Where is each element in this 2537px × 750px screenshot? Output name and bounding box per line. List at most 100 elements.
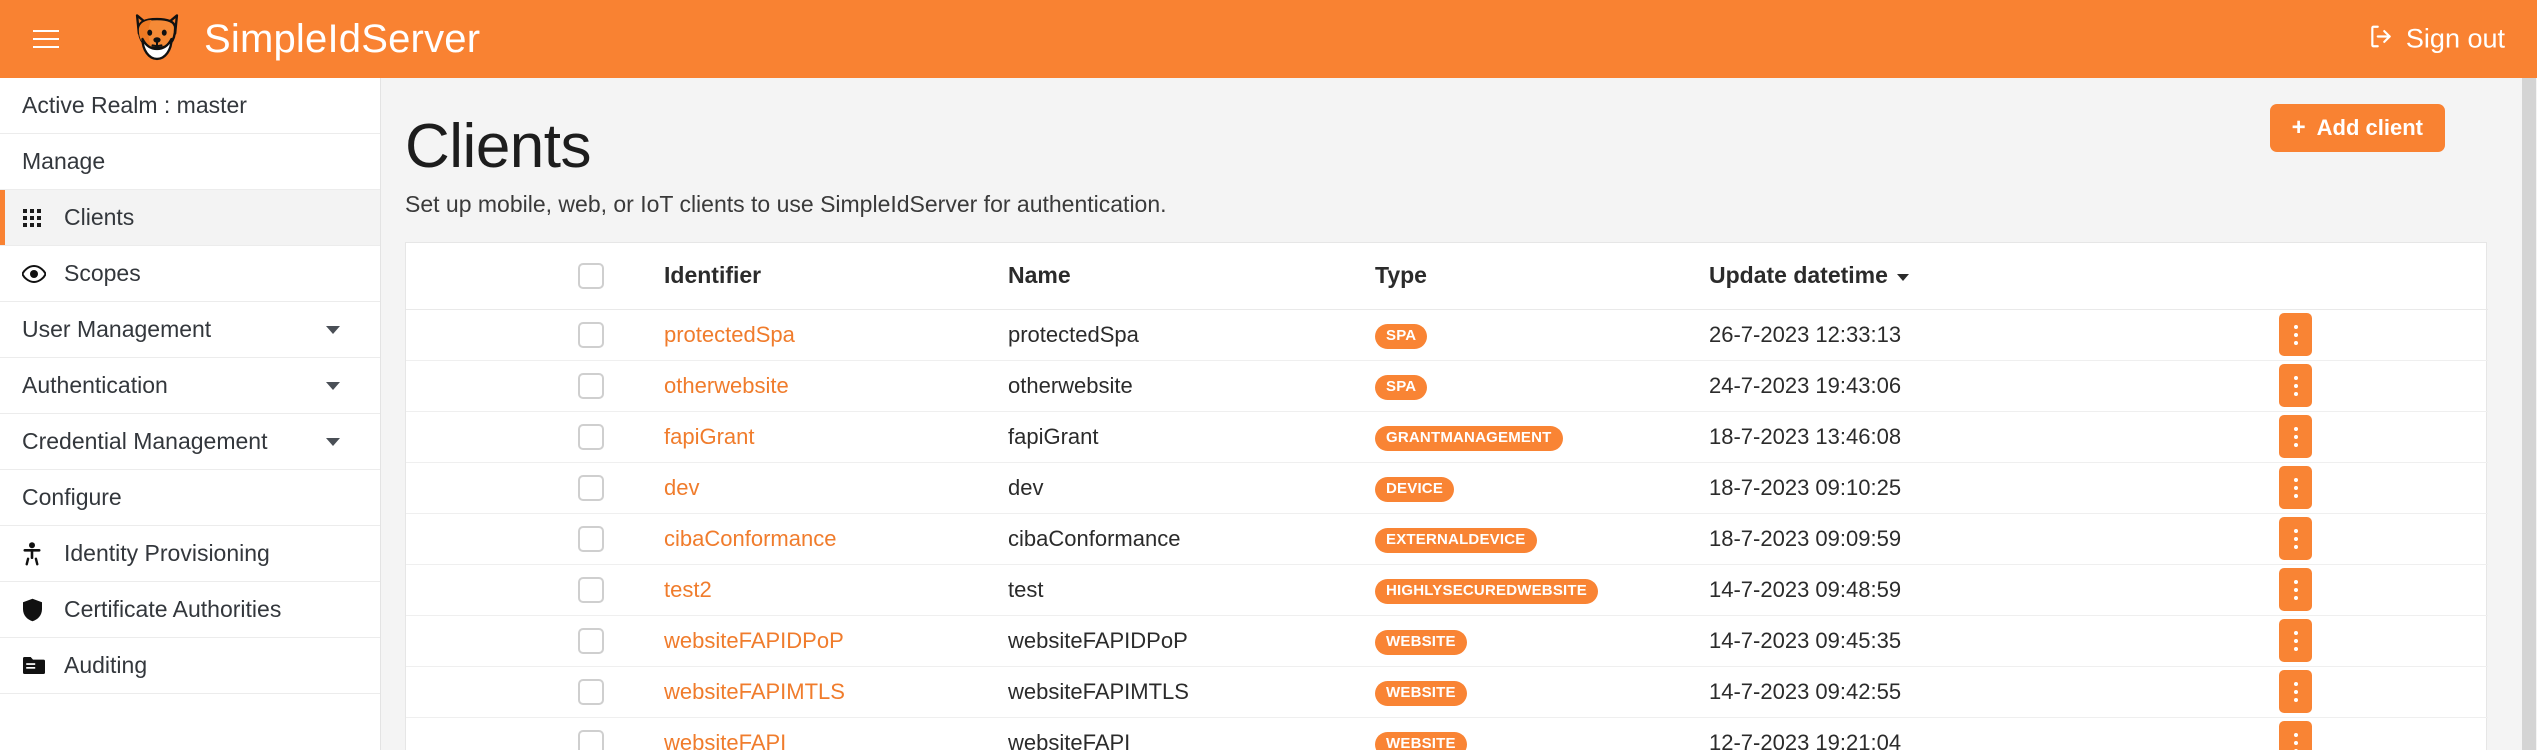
column-header-type[interactable]: Type [1361,243,1691,310]
client-identifier-link[interactable]: websiteFAPIDPoP [664,628,844,653]
client-update-datetime: 12-7-2023 19:21:04 [1709,729,1902,750]
select-all-checkbox[interactable] [578,262,604,289]
row-type-cell: EXTERNALDEVICE [1361,513,1691,565]
row-actions-cell [2151,462,2488,514]
row-actions-menu-button[interactable] [2279,364,2312,408]
app-root: SimpleIdServer Sign out Active Realm : m… [0,0,2537,750]
column-header-identifier[interactable]: Identifier [646,243,996,310]
sort-desc-icon[interactable] [1896,273,1909,281]
client-identifier-link[interactable]: dev [664,475,699,500]
client-type-badge: HIGHLYSECUREDWEBSITE [1375,579,1598,604]
sidebar-item-active-realm[interactable]: Active Realm : master [0,78,380,134]
client-identifier-link[interactable]: websiteFAPIMTLS [664,679,845,704]
client-identifier-link[interactable]: websiteFAPI [664,730,786,750]
chevron-down-icon[interactable] [326,381,340,390]
row-select-cell [406,462,646,514]
client-update-datetime: 14-7-2023 09:42:55 [1709,678,1902,704]
page-header: Clients Set up mobile, web, or IoT clien… [381,78,2537,218]
row-actions-cell [2151,564,2488,616]
row-actions-cell [2151,666,2488,718]
client-update-datetime: 18-7-2023 09:09:59 [1709,525,1902,551]
client-type-badge: EXTERNALDEVICE [1375,528,1537,553]
row-actions-cell [2151,411,2488,463]
row-actions-menu-button[interactable] [2279,415,2312,459]
row-checkbox[interactable] [578,423,604,450]
row-update-datetime-cell: 14-7-2023 09:42:55 [1691,666,2151,718]
table-header: Identifier Name Type Update datetime [406,243,2488,310]
row-actions-menu-button[interactable] [2279,670,2312,714]
row-type-cell: GRANTMANAGEMENT [1361,411,1691,463]
brand-title: SimpleIdServer [204,17,481,61]
row-update-datetime-cell: 14-7-2023 09:48:59 [1691,564,2151,616]
row-checkbox[interactable] [578,525,604,552]
sidebar-item-scopes[interactable]: Scopes [0,246,380,302]
vertical-scrollbar[interactable] [2521,78,2537,750]
client-name: fapiGrant [1008,423,1099,449]
row-checkbox[interactable] [578,576,604,603]
sidebar: Active Realm : master Manage Clients Sco… [0,78,381,750]
row-name-cell: websiteFAPIMTLS [996,666,1361,718]
row-type-cell: WEBSITE [1361,717,1691,750]
client-identifier-link[interactable]: protectedSpa [664,322,795,347]
client-identifier-link[interactable]: test2 [664,577,712,602]
client-identifier-link[interactable]: otherwebsite [664,373,789,398]
column-header-update-datetime[interactable]: Update datetime [1691,243,2151,310]
client-type-badge: SPA [1375,375,1428,400]
row-identifier-cell: cibaConformance [646,513,996,565]
sidebar-item-identity-provisioning[interactable]: Identity Provisioning [0,526,380,582]
sidebar-item-configure[interactable]: Configure [0,470,380,526]
client-update-datetime: 26-7-2023 12:33:13 [1709,321,1902,347]
add-client-label: Add client [2316,115,2423,140]
sidebar-item-certificate-authorities[interactable]: Certificate Authorities [0,582,380,638]
sidebar-item-auditing[interactable]: Auditing [0,638,380,694]
row-name-cell: test [996,564,1361,616]
row-checkbox[interactable] [578,678,604,705]
hamburger-menu-icon[interactable] [24,17,68,61]
row-checkbox[interactable] [578,627,604,654]
shiba-logo-icon [128,10,186,68]
sidebar-item-manage[interactable]: Manage [0,134,380,190]
column-header-name[interactable]: Name [996,243,1361,310]
sidebar-item-user-management[interactable]: User Management [0,302,380,358]
row-checkbox[interactable] [578,729,604,750]
row-checkbox[interactable] [578,474,604,501]
sidebar-item-credential-management[interactable]: Credential Management [0,414,380,470]
row-select-cell [406,717,646,750]
sidebar-item-label: Credential Management [22,428,268,454]
row-checkbox[interactable] [578,321,604,348]
chevron-down-icon[interactable] [326,325,340,334]
row-actions-menu-button[interactable] [2279,517,2312,561]
row-actions-menu-button[interactable] [2279,721,2312,750]
sidebar-item-authentication[interactable]: Authentication [0,358,380,414]
sign-out-button[interactable]: Sign out [2368,24,2505,55]
client-name: websiteFAPIDPoP [1008,627,1188,653]
brand[interactable]: SimpleIdServer [128,10,480,68]
sidebar-item-label: Active Realm : master [22,92,247,118]
row-identifier-cell: fapiGrant [646,411,996,463]
client-identifier-link[interactable]: cibaConformance [664,526,836,551]
column-header-label: Update datetime [1709,262,1888,289]
sign-out-label: Sign out [2405,23,2505,54]
sidebar-item-label: Configure [22,484,122,510]
chevron-down-icon[interactable] [326,437,340,446]
sidebar-item-clients[interactable]: Clients [0,190,380,246]
row-update-datetime-cell: 26-7-2023 12:33:13 [1691,309,2151,361]
row-type-cell: WEBSITE [1361,615,1691,667]
client-identifier-link[interactable]: fapiGrant [664,424,755,449]
row-actions-menu-button[interactable] [2279,619,2312,663]
client-name: dev [1008,474,1044,500]
row-name-cell: websiteFAPI [996,717,1361,750]
add-client-button[interactable]: + Add client [2269,104,2445,152]
shield-icon [22,598,56,622]
row-type-cell: DEVICE [1361,462,1691,514]
row-actions-menu-button[interactable] [2279,313,2312,357]
row-actions-menu-button[interactable] [2279,568,2312,612]
row-type-cell: HIGHLYSECUREDWEBSITE [1361,564,1691,616]
row-actions-cell [2151,513,2488,565]
row-select-cell [406,360,646,412]
table-row: otherwebsite otherwebsite SPA 24-7-2023 19:… [406,360,2488,412]
row-checkbox[interactable] [578,372,604,399]
sidebar-item-label: User Management [22,316,212,342]
scrollbar-thumb[interactable] [2522,78,2536,750]
row-actions-menu-button[interactable] [2279,466,2312,510]
